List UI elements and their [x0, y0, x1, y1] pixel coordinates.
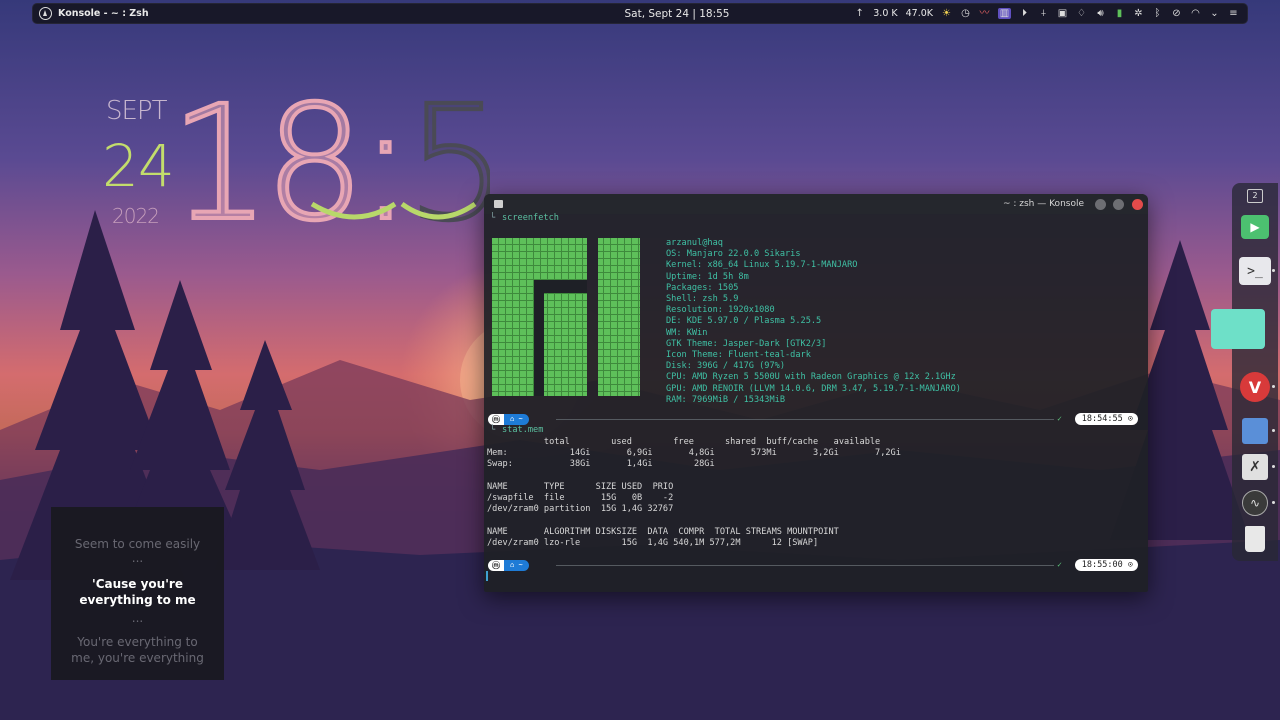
mute-notifications-icon[interactable]: ⊘ [1171, 8, 1182, 19]
sync-icon[interactable]: ✲ [1133, 8, 1144, 19]
weather-icon[interactable]: ☀ [941, 8, 952, 19]
menu-icon[interactable]: ≡ [1228, 8, 1239, 19]
prompt-1-time: 18:54:55 ⊙ [1074, 413, 1138, 425]
desktop-clock-time: 18:55 [170, 82, 490, 232]
clipboard-icon[interactable]: ▣ [1057, 8, 1068, 19]
zram-row: /dev/zram0 lzo-rle 15G 1,4G 540,1M 577,2… [487, 538, 819, 549]
free-mem-row: Mem: 14Gi 6,9Gi 4,8Gi 573Mi 3,2Gi 7,2Gi [487, 448, 901, 459]
fetch-disk: Disk: 396G / 417G (97%) [666, 361, 785, 372]
home-prompt-segment: ⌂ ~ [504, 413, 529, 425]
trash-icon[interactable] [1239, 523, 1271, 555]
timer-icon[interactable]: ◷ [960, 8, 971, 19]
lyric-current-line-1: 'Cause you're [92, 577, 183, 591]
svg-text:18:55: 18:55 [170, 82, 490, 232]
terminal-output[interactable]: └ screenfetch arzanul@haq OS: Manjaro 22… [484, 213, 1148, 592]
manjaro-prompt-icon: ⓜ [488, 559, 504, 571]
panel-clock[interactable]: Sat, Sept 24 | 18:55 [597, 8, 757, 20]
command-screenfetch: screenfetch [502, 213, 559, 223]
desktop-clock-minutes: 55 [406, 82, 490, 232]
office-icon[interactable]: ✗ [1239, 451, 1275, 483]
fetch-ram: RAM: 7969MiB / 15343MiB [666, 394, 785, 405]
home-prompt-segment: ⌂ ~ [504, 559, 529, 571]
app-launcher-icon[interactable] [39, 7, 52, 20]
volume-icon[interactable]: 🔊︎ [1095, 8, 1106, 19]
wifi-icon[interactable]: ◠ [1190, 8, 1201, 19]
kate-icon[interactable] [1239, 415, 1275, 447]
fetch-resolution: Resolution: 1920x1080 [666, 305, 775, 316]
prompt-1: ⓜ ⌂ ~ [488, 413, 529, 425]
terminal-window-icon [494, 200, 503, 208]
desktop-clock-year: 2022 [112, 204, 160, 228]
swap-header: NAME TYPE SIZE USED PRIO [487, 482, 674, 492]
free-swap-row: Swap: 38Gi 1,4Gi 28Gi [487, 459, 715, 470]
success-check-icon: ✓ [1057, 414, 1062, 423]
notification-bell-icon[interactable]: ♢ [1076, 8, 1087, 19]
swap-row-1: /swapfile file 15G 0B -2 [487, 493, 674, 504]
desktop-clock-month: SEPT [106, 96, 167, 126]
lyric-next-line-2: me, you're everything [71, 651, 204, 665]
lyric-current-line-2: everything to me [79, 593, 196, 607]
terminal-icon[interactable]: >_ [1239, 255, 1275, 287]
success-check-icon: ✓ [1057, 560, 1062, 569]
lyric-next-line-1: You're everything to [77, 635, 198, 649]
active-window-title[interactable]: Konsole - ~ : Zsh [58, 8, 149, 19]
zram-header: NAME ALGORITHM DISKSIZE DATA COMPR TOTAL… [487, 527, 839, 537]
maximize-button[interactable] [1113, 199, 1124, 210]
lyrics-widget: Seem to come easily ... 'Cause you're ev… [51, 507, 224, 680]
net-upload-speed: 3.0 K [873, 8, 898, 19]
fetch-user: arzanul@haq [666, 238, 723, 248]
swap-row-2: /dev/zram0 partition 15G 1,4G 32767 [487, 504, 674, 515]
desktop-clock-day: 24 [102, 132, 175, 200]
konsole-title: ~ : zsh — Konsole [1002, 199, 1084, 209]
fetch-kernel: Kernel: x86_64 Linux 5.19.7-1-MANJARO [666, 260, 858, 271]
grid-widget-icon[interactable]: ▥ [998, 8, 1011, 19]
close-button[interactable] [1132, 199, 1143, 210]
kdeconnect-icon[interactable]: ⍭ [1038, 8, 1049, 19]
battery-icon[interactable]: ▮ [1114, 8, 1125, 19]
fetch-shell: Shell: zsh 5.9 [666, 294, 739, 304]
fetch-gtk: GTK Theme: Jasper-Dark [GTK2/3] [666, 338, 827, 349]
vivaldi-icon[interactable]: V [1239, 371, 1275, 403]
chevron-down-icon[interactable]: ⌄ [1209, 8, 1220, 19]
konsole-window[interactable]: ~ : zsh — Konsole └ screenfetch arzanul@… [484, 194, 1148, 592]
fetch-cpu: CPU: AMD Ryzen 5 5500U with Radeon Graph… [666, 372, 956, 383]
manjaro-prompt-icon: ⓜ [488, 413, 504, 425]
fetch-os: OS: Manjaro 22.0.0 Sikaris [666, 249, 801, 260]
konsole-titlebar[interactable]: ~ : zsh — Konsole [484, 194, 1148, 214]
fetch-packages: Packages: 1505 [666, 282, 739, 293]
prompt-2-time: 18:55:00 ⊙ [1074, 559, 1138, 571]
wave-icon[interactable]: 〰 [979, 8, 990, 19]
top-panel: Konsole - ~ : Zsh Sat, Sept 24 | 18:55 ↑… [32, 3, 1248, 24]
right-dock: 2 ▶ >_ V ✗ ∿ [1211, 183, 1278, 561]
fetch-de: DE: KDE 5.97.0 / Plasma 5.25.5 [666, 316, 822, 327]
command-stat-mem: stat.mem [502, 425, 544, 435]
panel-left: Konsole - ~ : Zsh [33, 7, 379, 20]
folder-icon[interactable] [1210, 309, 1266, 349]
free-header: total used free shared buff/cache availa… [487, 437, 881, 447]
fetch-wm: WM: KWin [666, 327, 708, 338]
fetch-icons: Icon Theme: Fluent-teal-dark [666, 350, 811, 360]
media-play-icon[interactable]: ⏵ [1019, 8, 1030, 19]
obs-icon[interactable]: ∿ [1239, 487, 1275, 519]
fetch-gpu: GPU: AMD RENOIR (LLVM 14.0.6, DRM 3.47, … [666, 383, 961, 394]
upload-arrow-icon: ↑ [855, 7, 864, 19]
bluetooth-icon[interactable]: ᛒ [1152, 8, 1163, 19]
manjaro-logo [492, 238, 640, 396]
net-download-speed: 47.0K [905, 8, 933, 19]
media-player-icon[interactable]: ▶ [1239, 211, 1271, 243]
minimize-button[interactable] [1095, 199, 1106, 210]
system-tray: ↑ 3.0 K 47.0K ☀ ◷ 〰 ▥ ⏵ ⍭ ▣ ♢ 🔊︎ ▮ ✲ ᛒ ⊘… [854, 8, 1239, 19]
terminal-cursor [486, 571, 488, 581]
workspace-indicator[interactable]: 2 [1247, 189, 1263, 203]
desktop-clock-hours: 18: [170, 82, 406, 232]
prompt-2: ⓜ ⌂ ~ [488, 559, 529, 571]
fetch-uptime: Uptime: 1d 5h 8m [666, 271, 749, 282]
lyric-previous: Seem to come easily [74, 537, 201, 551]
